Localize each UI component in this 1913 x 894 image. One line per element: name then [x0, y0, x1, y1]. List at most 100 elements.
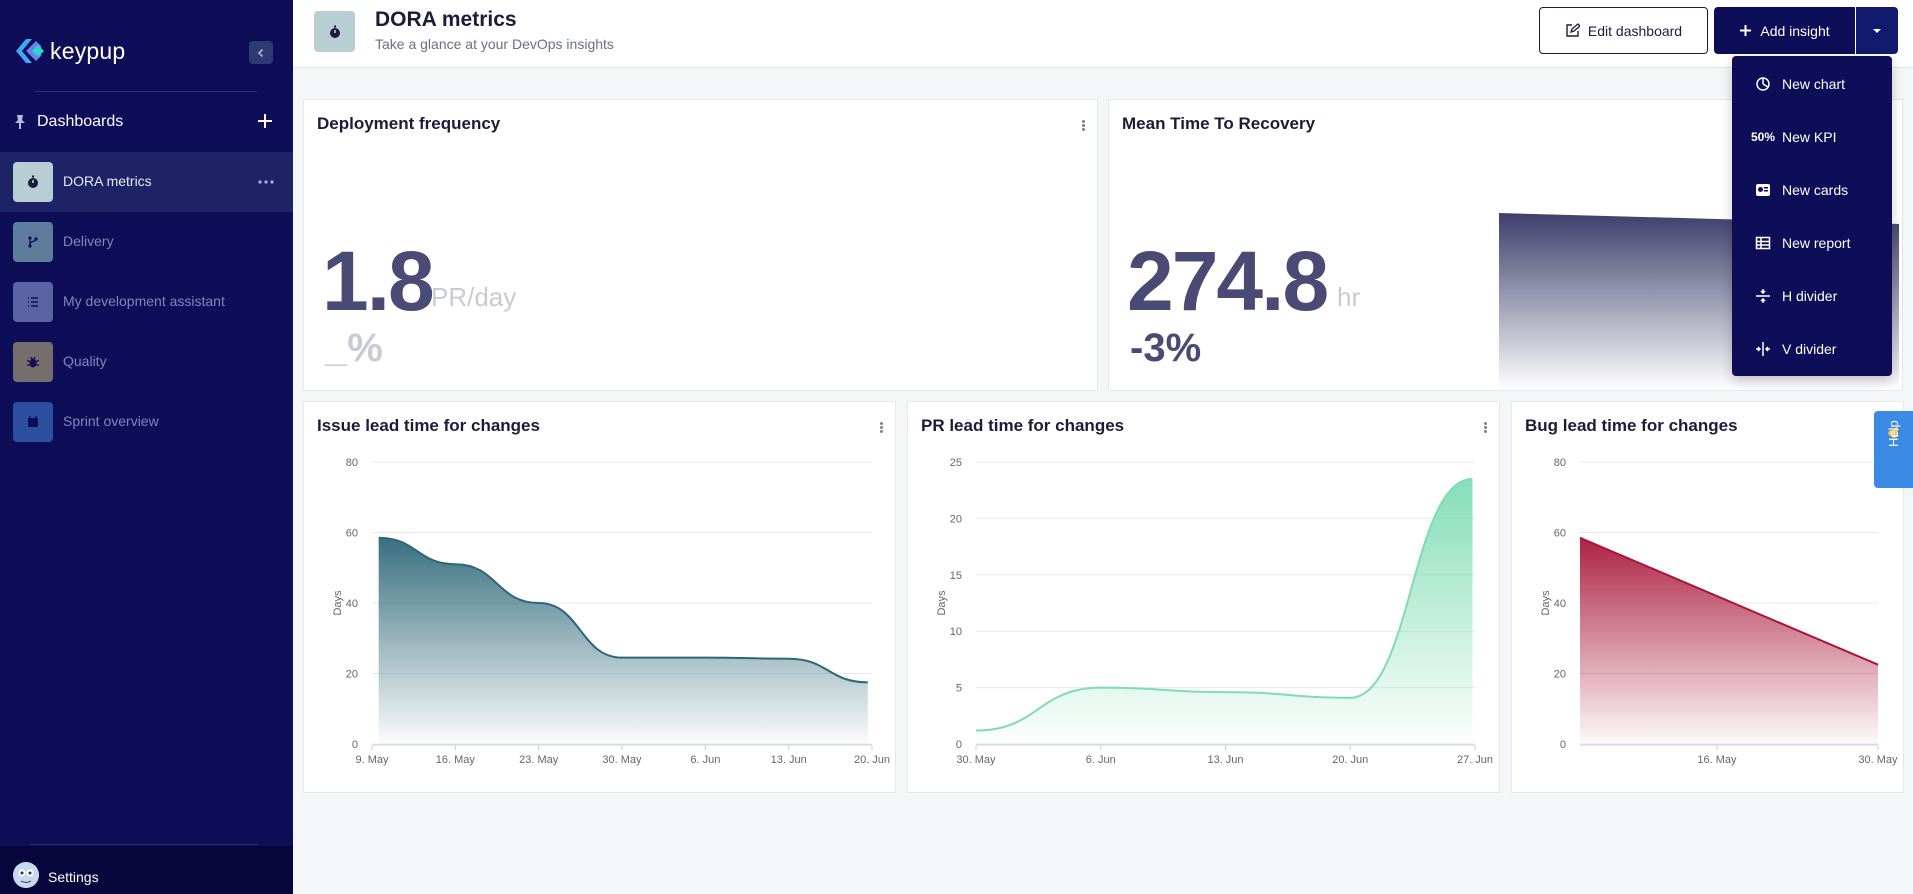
- x-tick-label: 23. May: [519, 754, 559, 766]
- y-tick-label: 20: [346, 669, 358, 681]
- dashboards-header: Dashboards: [0, 108, 293, 136]
- x-tick-label: 6. Jun: [690, 754, 720, 766]
- y-axis-label: Days: [332, 590, 344, 616]
- kpi-value: 1.8: [322, 234, 435, 328]
- x-tick-label: 27. Jun: [1457, 754, 1493, 766]
- report-icon: [1752, 234, 1774, 252]
- x-tick-label: 13. Jun: [771, 754, 807, 766]
- sidebar-item-label: Sprint overview: [63, 413, 159, 429]
- issue-lead-time-chart: 0 20 40 60 80 Days 9. May 16. May 23. May 30. May…: [332, 457, 890, 766]
- sidebar: keypup Dashboards DORA metrics Delivery: [0, 0, 293, 894]
- kpi-delta: -3%: [1130, 326, 1202, 370]
- menu-item-new-cards[interactable]: New cards: [1732, 168, 1892, 212]
- sidebar-item-label: Quality: [63, 353, 107, 369]
- h-divider-icon: [1752, 287, 1774, 305]
- y-tick-label: 25: [950, 457, 962, 469]
- series-area: [1580, 537, 1878, 744]
- add-insight-dropdown-toggle[interactable]: [1856, 7, 1898, 54]
- x-tick-label: 6. Jun: [1086, 754, 1116, 766]
- kpi-icon: 50%: [1750, 130, 1776, 144]
- y-tick-label: 20: [950, 513, 962, 525]
- menu-item-label: New report: [1782, 235, 1851, 251]
- x-tick-label: 16. May: [436, 754, 476, 766]
- menu-item-new-report[interactable]: New report: [1732, 221, 1892, 265]
- bug-lead-time-chart: 0 20 40 60 80 Days 16. May 30. May: [1540, 457, 1898, 766]
- plus-icon: [1740, 25, 1752, 36]
- kpi-unit: hr: [1337, 282, 1361, 312]
- collapse-sidebar-button[interactable]: [249, 41, 273, 64]
- x-tick-label: 20. Jun: [1332, 754, 1368, 766]
- avatar: [13, 862, 39, 888]
- settings-link[interactable]: Settings: [0, 846, 293, 894]
- kpi-delta: _%: [325, 326, 383, 370]
- card-title: Mean Time To Recovery: [1122, 114, 1316, 133]
- help-button[interactable]: Help: [1874, 411, 1913, 488]
- y-tick-label: 80: [346, 457, 358, 469]
- menu-item-new-kpi[interactable]: 50% New KPI: [1732, 115, 1892, 159]
- y-tick-label: 20: [1554, 669, 1566, 681]
- menu-item-label: New cards: [1782, 182, 1849, 198]
- x-tick-label: 9. May: [355, 754, 389, 766]
- card-title: Deployment frequency: [317, 114, 501, 133]
- y-tick-label: 0: [956, 739, 962, 751]
- menu-item-new-chart[interactable]: New chart: [1732, 62, 1892, 106]
- add-insight-label: Add insight: [1760, 22, 1830, 39]
- page-header: DORA metrics Take a glance at your DevOp…: [293, 0, 1913, 68]
- add-dashboard-icon[interactable]: [256, 112, 274, 130]
- chart-card-pr-lead-time: PR lead time for changes 0 5 10 15 20 25 Days 3…: [907, 401, 1500, 793]
- menu-item-label: H divider: [1782, 288, 1838, 304]
- bug-icon: [13, 342, 53, 382]
- branch-icon: [13, 222, 53, 262]
- sidebar-item-label: DORA metrics: [63, 173, 152, 189]
- chart-card-bug-lead-time: Bug lead time for changes 0 20 40 60 80 Days 1…: [1511, 401, 1904, 793]
- menu-item-v-divider[interactable]: V divider: [1732, 327, 1892, 371]
- menu-item-label: New chart: [1782, 76, 1846, 92]
- chart-card-issue-lead-time: Issue lead time for changes 0 20 40 60 80 Day…: [303, 401, 896, 793]
- x-tick-label: 13. Jun: [1207, 754, 1243, 766]
- sidebar-item-quality[interactable]: Quality: [0, 332, 293, 392]
- divider: [30, 844, 258, 845]
- stopwatch-icon: [13, 162, 53, 202]
- page-subtitle: Take a glance at your DevOps insights: [375, 36, 614, 52]
- help-label: Help: [1886, 420, 1901, 447]
- pin-icon: [15, 115, 25, 129]
- sidebar-item-sprint-overview[interactable]: Sprint overview: [0, 392, 293, 452]
- x-tick-label: 30. May: [1858, 754, 1898, 766]
- keypup-logo[interactable]: keypup: [12, 34, 125, 68]
- y-tick-label: 60: [1554, 528, 1566, 540]
- kpi-value: 274.8: [1127, 234, 1329, 328]
- kpi-unit: PR/day: [431, 282, 517, 312]
- chart-icon: [1752, 75, 1774, 93]
- y-tick-label: 5: [956, 683, 962, 695]
- pr-lead-time-chart: 0 5 10 15 20 25 Days 30. May 6. Jun 13. Jun 20. Ju…: [936, 457, 1493, 766]
- card-menu-icon[interactable]: [1080, 119, 1086, 133]
- v-divider-icon: [1752, 340, 1774, 358]
- y-tick-label: 15: [950, 570, 962, 582]
- caret-down-icon: [1873, 28, 1881, 33]
- y-tick-label: 40: [346, 598, 358, 610]
- stopwatch-icon: [314, 11, 355, 52]
- logo-text: keypup: [50, 37, 126, 64]
- x-tick-label: 30. May: [602, 754, 642, 766]
- more-horizontal-icon[interactable]: [256, 176, 276, 188]
- y-tick-label: 60: [346, 528, 358, 540]
- kpi-card-deployment-frequency: Deployment frequency 1.8 PR/day _%: [303, 99, 1098, 391]
- y-tick-label: 10: [950, 626, 962, 638]
- y-axis-label: Days: [1540, 590, 1552, 616]
- sidebar-item-dora-metrics[interactable]: DORA metrics: [0, 152, 293, 212]
- dashboards-title: Dashboards: [37, 113, 124, 130]
- menu-item-h-divider[interactable]: H divider: [1732, 274, 1892, 318]
- chevron-left-icon: [257, 48, 264, 57]
- edit-dashboard-button[interactable]: Edit dashboard: [1539, 7, 1708, 54]
- sidebar-item-delivery[interactable]: Delivery: [0, 212, 293, 272]
- sidebar-item-my-development-assistant[interactable]: My development assistant: [0, 272, 293, 332]
- y-axis-label: Days: [936, 590, 948, 616]
- series-area: [378, 537, 868, 744]
- menu-item-label: New KPI: [1782, 129, 1837, 145]
- menu-item-label: V divider: [1782, 341, 1837, 357]
- y-tick-label: 0: [1560, 739, 1566, 751]
- page-title: DORA metrics: [375, 8, 517, 31]
- add-insight-button[interactable]: Add insight: [1714, 7, 1855, 54]
- checklist-icon: [13, 282, 53, 322]
- add-insight-menu: New chart 50% New KPI New cards New repo…: [1732, 56, 1892, 376]
